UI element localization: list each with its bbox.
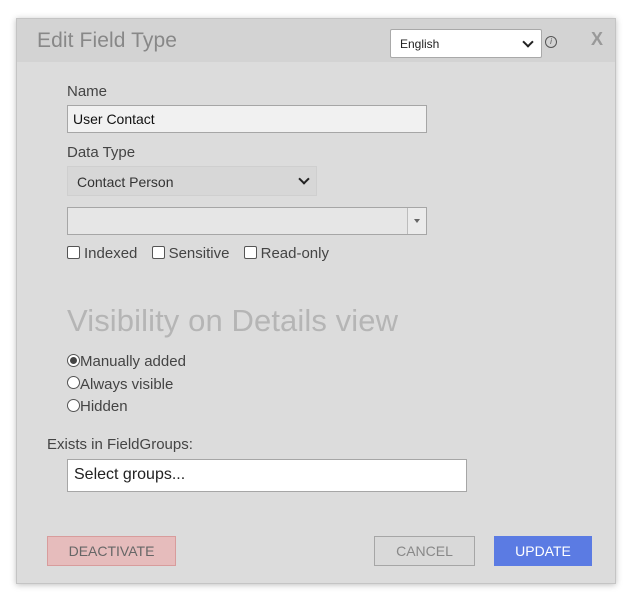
indexed-label: Indexed: [84, 245, 138, 262]
language-select[interactable]: English: [390, 29, 542, 58]
radio-label: Always visible: [80, 375, 174, 393]
data-type-label: Data Type: [67, 144, 136, 161]
radio-button-selected[interactable]: [67, 353, 80, 367]
read-only-checkbox-item[interactable]: Read-only: [243, 245, 329, 262]
name-label: Name: [67, 83, 108, 100]
contact-person-combobox[interactable]: [67, 207, 427, 235]
radio-hidden[interactable]: Hidden: [67, 398, 186, 421]
data-type-select[interactable]: Contact Person: [67, 166, 317, 196]
info-icon[interactable]: i: [545, 36, 557, 48]
visibility-options: Manually added Always visible Hidden: [67, 353, 186, 421]
dialog-title: Edit Field Type: [37, 29, 178, 52]
radio-always-visible[interactable]: Always visible: [67, 376, 186, 399]
visibility-section-title: Visibility on Details view: [67, 303, 399, 338]
triangle-down-icon: [414, 219, 420, 223]
cancel-button[interactable]: CANCEL: [374, 536, 475, 566]
radio-manually-added[interactable]: Manually added: [67, 353, 186, 376]
deactivate-button[interactable]: DEACTIVATE: [47, 536, 176, 566]
sensitive-label: Sensitive: [168, 245, 230, 262]
radio-label: Manually added: [80, 353, 186, 370]
read-only-checkbox[interactable]: [243, 245, 257, 259]
read-only-label: Read-only: [260, 245, 329, 262]
field-groups-select[interactable]: Select groups...: [67, 459, 467, 492]
language-select-value: English: [400, 37, 440, 51]
sensitive-checkbox[interactable]: [151, 245, 165, 259]
radio-label: Hidden: [80, 398, 128, 415]
combobox-dropdown-button[interactable]: [407, 208, 426, 234]
data-type-select-value: Contact Person: [77, 174, 174, 190]
field-flags: Indexed Sensitive Read-only: [67, 245, 339, 262]
close-icon[interactable]: X: [591, 29, 603, 50]
radio-button[interactable]: [67, 398, 80, 412]
edit-field-type-dialog: Edit Field Type English i X Name User Co…: [16, 18, 616, 584]
indexed-checkbox[interactable]: [67, 245, 80, 259]
indexed-checkbox-item[interactable]: Indexed: [67, 245, 137, 262]
field-groups-label: Exists in FieldGroups:: [47, 436, 193, 453]
update-button[interactable]: UPDATE: [494, 536, 592, 566]
dialog-header: Edit Field Type English i X: [17, 19, 615, 62]
name-input[interactable]: User Contact: [67, 105, 427, 133]
chevron-down-icon: [298, 173, 310, 185]
radio-button[interactable]: [67, 376, 80, 390]
chevron-down-icon: [522, 36, 534, 48]
sensitive-checkbox-item[interactable]: Sensitive: [151, 245, 230, 262]
